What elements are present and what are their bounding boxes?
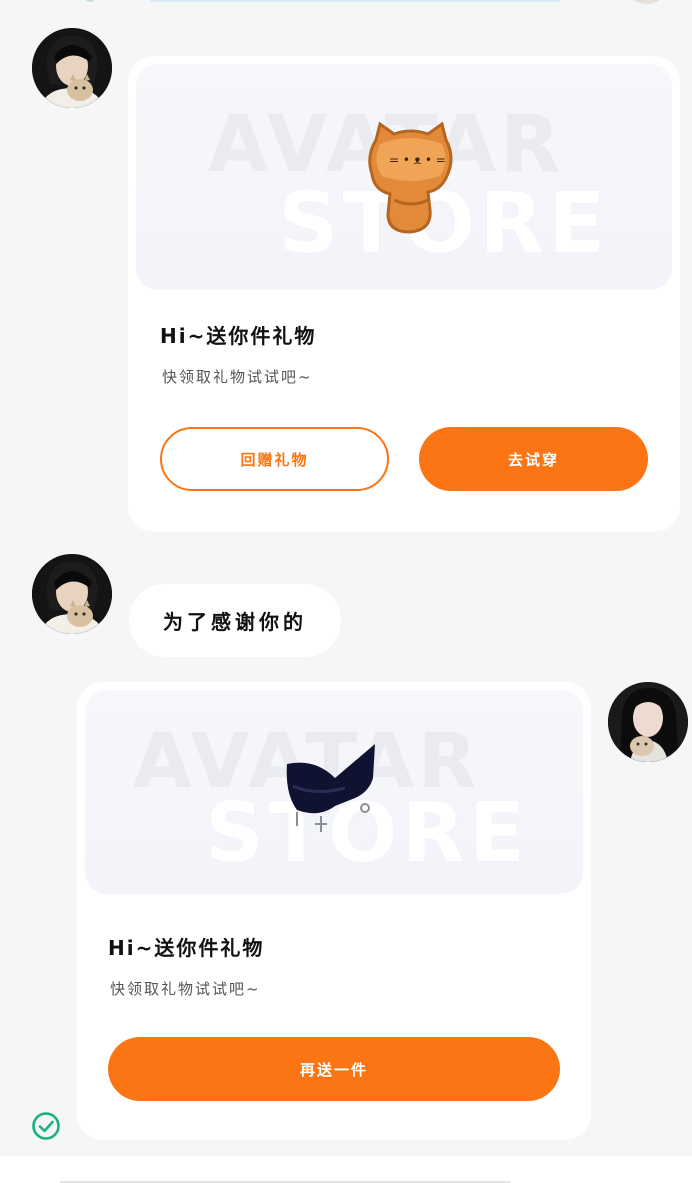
cat-cookie-icon: = • ᴥ • = <box>368 121 453 234</box>
text-message-bubble[interactable]: 为了感谢你的 <box>129 584 341 657</box>
self-avatar[interactable] <box>608 682 688 762</box>
check-circle-icon <box>32 1112 60 1140</box>
avatar-photo <box>32 554 112 634</box>
bow-choker-icon <box>286 744 375 832</box>
gift-title: Hi~送你件礼物 <box>108 936 265 960</box>
return-gift-button[interactable]: 回赠礼物 <box>160 427 389 491</box>
sender-avatar[interactable] <box>32 28 112 108</box>
avatar-photo <box>608 682 688 762</box>
previous-message-edge <box>150 0 560 2</box>
try-on-button[interactable]: 去试穿 <box>419 427 648 491</box>
gift-subtitle: 快领取礼物试试吧~ <box>110 980 261 998</box>
gift-subtitle: 快领取礼物试试吧~ <box>162 368 313 386</box>
gift-title: Hi~送你件礼物 <box>160 324 317 348</box>
gift-card[interactable]: AVATAR STORE Hi~送你件礼物 快领取礼物试试吧~ 再送一件 <box>77 682 591 1140</box>
previous-status-icon <box>84 0 96 2</box>
gift-banner: AVATAR STORE <box>85 690 583 894</box>
svg-text:= • ᴥ • =: = • ᴥ • = <box>389 153 446 167</box>
sender-avatar[interactable] <box>32 554 112 634</box>
gift-banner: AVATAR STORE = • ᴥ • = <box>136 64 672 290</box>
previous-avatar <box>624 0 670 4</box>
avatar-photo <box>32 28 112 108</box>
send-another-button[interactable]: 再送一件 <box>108 1037 560 1101</box>
gift-card[interactable]: AVATAR STORE = • ᴥ • = Hi~送你件礼物 快领取礼物试试吧… <box>128 56 680 532</box>
next-message-area <box>0 1156 692 1183</box>
